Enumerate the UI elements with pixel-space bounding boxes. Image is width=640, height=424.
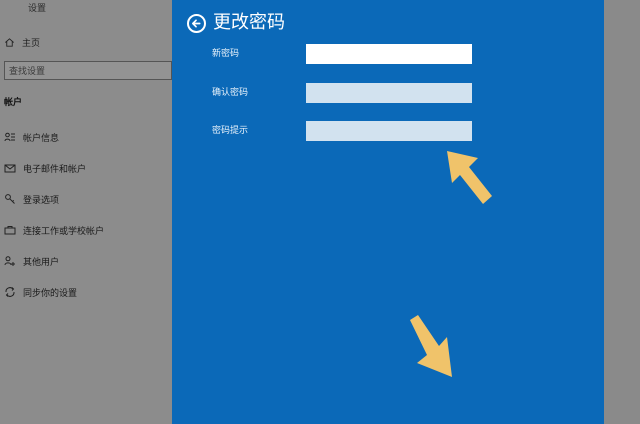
annotation-arrow-up-icon <box>447 151 492 204</box>
search-settings-input[interactable]: 查找设置 <box>4 61 172 80</box>
sidebar-item-sync-settings[interactable]: 同步你的设置 <box>4 284 77 300</box>
confirm-password-label: 确认密码 <box>212 88 249 98</box>
screen: 设置 主页 查找设置 帐户 帐户信息 电子邮件和帐户 登录选项 连接工作或学校帐… <box>0 0 640 424</box>
password-hint-field[interactable] <box>306 121 472 141</box>
sidebar-item-email-accounts[interactable]: 电子邮件和帐户 <box>4 160 86 176</box>
home-icon <box>4 37 15 48</box>
sidebar-item-label: 其他用户 <box>23 257 60 268</box>
sidebar-item-sign-in-options[interactable]: 登录选项 <box>4 191 59 207</box>
right-dimmed-area <box>604 0 640 424</box>
confirm-password-field[interactable] <box>306 83 472 103</box>
person-card-icon <box>4 131 16 143</box>
sidebar-item-label: 登录选项 <box>23 195 60 206</box>
accounts-section-label: 帐户 <box>4 98 23 108</box>
sidebar-item-account-info[interactable]: 帐户信息 <box>4 129 59 145</box>
add-person-icon <box>4 255 16 267</box>
window-title: 设置 <box>28 4 47 14</box>
annotation-arrow-down-icon <box>410 315 452 377</box>
back-button[interactable] <box>187 14 206 33</box>
sync-icon <box>4 286 16 298</box>
briefcase-icon <box>4 224 16 236</box>
sidebar-item-label: 帐户信息 <box>23 133 60 144</box>
back-arrow-icon <box>192 19 201 28</box>
sidebar-item-label: 同步你的设置 <box>23 288 78 299</box>
new-password-label: 新密码 <box>212 49 240 59</box>
sidebar-item-label: 连接工作或学校帐户 <box>23 226 105 237</box>
new-password-field[interactable] <box>306 44 472 64</box>
password-hint-label: 密码提示 <box>212 126 249 136</box>
sidebar-item-other-users[interactable]: 其他用户 <box>4 253 59 269</box>
sidebar-item-work-school[interactable]: 连接工作或学校帐户 <box>4 222 104 238</box>
home-label: 主页 <box>22 38 41 49</box>
change-password-dialog: 更改密码 新密码 确认密码 密码提示 <box>172 0 604 424</box>
key-icon <box>4 193 16 205</box>
search-placeholder: 查找设置 <box>9 67 46 77</box>
mail-icon <box>4 162 16 174</box>
sidebar-item-label: 电子邮件和帐户 <box>23 164 87 175</box>
home-nav-item[interactable]: 主页 <box>4 34 40 50</box>
dialog-title: 更改密码 <box>213 12 285 33</box>
